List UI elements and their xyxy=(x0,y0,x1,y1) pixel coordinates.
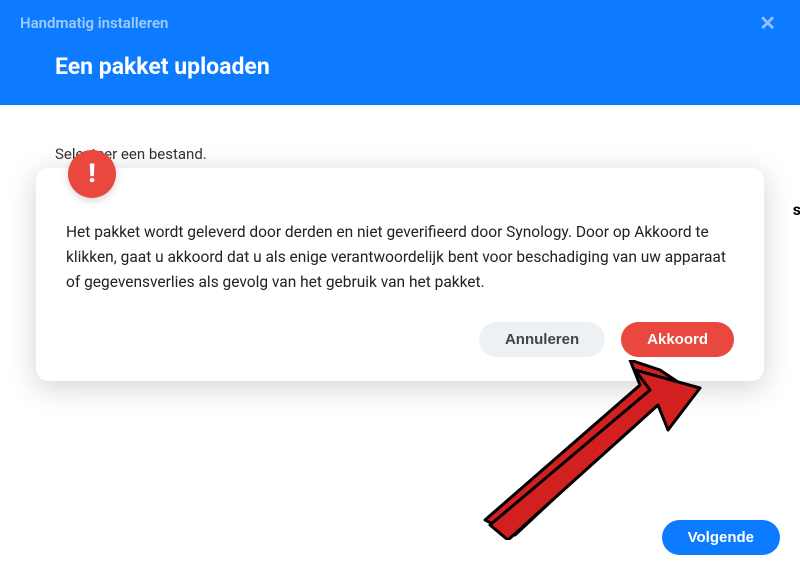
dialog-actions: Annuleren Akkoord xyxy=(66,322,734,357)
instruction-text: Selecteer een bestand. xyxy=(55,145,745,163)
page-title: Een pakket uploaden xyxy=(55,53,270,80)
accept-button[interactable]: Akkoord xyxy=(621,322,734,357)
header-top-bar: Handmatig installeren ✕ xyxy=(0,0,800,35)
confirm-dialog: Het pakket wordt geleverd door derden en… xyxy=(36,168,764,381)
install-window: Handmatig installeren ✕ Een pakket uploa… xyxy=(0,0,800,573)
next-button[interactable]: Volgende xyxy=(662,520,780,555)
window-header: Handmatig installeren ✕ Een pakket uploa… xyxy=(0,0,800,105)
window-footer: Volgende xyxy=(662,520,780,555)
header-main: Een pakket uploaden xyxy=(0,35,800,80)
dialog-message: Het pakket wordt geleverd door derden en… xyxy=(66,220,734,294)
warning-glyph: ! xyxy=(88,159,95,189)
header-breadcrumb: Handmatig installeren xyxy=(20,14,168,32)
warning-icon: ! xyxy=(68,150,116,198)
background-fragment: s xyxy=(793,200,800,219)
close-icon[interactable]: ✕ xyxy=(755,11,780,35)
cancel-button[interactable]: Annuleren xyxy=(479,322,605,357)
